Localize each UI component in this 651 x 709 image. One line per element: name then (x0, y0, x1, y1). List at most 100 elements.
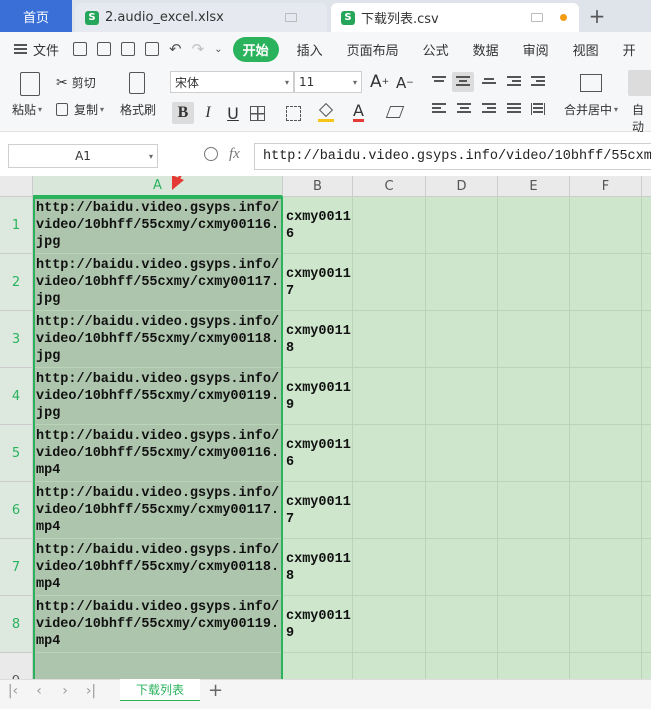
cut-button[interactable]: ✂ 剪切 (56, 74, 96, 91)
cell-empty[interactable] (426, 254, 498, 311)
cell-a[interactable]: http://baidu.video.gsyps.info/video/10bh… (33, 482, 283, 539)
row-header[interactable]: 6 (0, 482, 33, 539)
last-sheet-icon[interactable]: ›| (78, 683, 104, 699)
align-bottom-icon[interactable] (482, 78, 496, 90)
merge-center-button[interactable]: 合并居中 ▾ (564, 101, 618, 118)
row-header[interactable]: 2 (0, 254, 33, 311)
tab-home[interactable]: 首页 (0, 0, 72, 32)
row-header[interactable]: 7 (0, 539, 33, 596)
cell-empty[interactable] (570, 197, 642, 254)
cell-empty[interactable] (570, 311, 642, 368)
cell-empty[interactable] (642, 425, 651, 482)
cell-empty[interactable] (570, 653, 642, 679)
tab-audio-excel[interactable]: S 2.audio_excel.xlsx (75, 3, 327, 32)
cell-empty[interactable] (642, 482, 651, 539)
cell-b[interactable]: cxmy00119 (283, 368, 353, 425)
monitor-icon[interactable] (285, 13, 297, 22)
save-icon[interactable] (73, 42, 88, 56)
cell-empty[interactable] (498, 653, 570, 679)
format-painter-button[interactable]: 格式刷 (120, 101, 156, 118)
cell-a[interactable]: http://baidu.video.gsyps.info/video/10bh… (33, 368, 283, 425)
menu-view[interactable]: 视图 (561, 40, 611, 59)
column-header-partial[interactable] (642, 176, 651, 197)
cell-empty[interactable] (353, 368, 426, 425)
cell-a[interactable]: http://baidu.video.gsyps.info/video/10bh… (33, 539, 283, 596)
file-menu[interactable]: 文件 (14, 40, 59, 59)
cell-empty[interactable] (353, 482, 426, 539)
cell-a[interactable]: http://baidu.video.gsyps.info/video/10bh… (33, 254, 283, 311)
cell-empty[interactable] (498, 596, 570, 653)
prev-sheet-icon[interactable]: ‹ (26, 683, 52, 699)
row-header[interactable]: 4 (0, 368, 33, 425)
column-header-c[interactable]: C (353, 176, 426, 197)
tab-download-list[interactable]: S 下载列表.csv (331, 3, 579, 32)
cell-empty[interactable] (498, 368, 570, 425)
formula-input[interactable]: http://baidu.video.gsyps.info/video/10bh… (254, 143, 651, 170)
cell-empty[interactable] (570, 482, 642, 539)
undo-icon[interactable]: ↶ (169, 40, 182, 58)
align-left-icon[interactable] (432, 103, 446, 115)
bold-button[interactable]: B (172, 102, 194, 124)
print-preview-icon[interactable] (145, 42, 160, 56)
font-grow-button[interactable]: A + (370, 72, 389, 92)
font-shrink-button[interactable]: A − (396, 74, 414, 92)
cell-a[interactable] (33, 653, 283, 679)
distribute-icon[interactable] (531, 103, 545, 115)
cell-empty[interactable] (426, 596, 498, 653)
paste-icon[interactable] (20, 72, 40, 96)
export-icon[interactable] (97, 42, 112, 56)
cell-style-icon[interactable] (286, 106, 301, 121)
cell-empty[interactable] (426, 539, 498, 596)
monitor-icon[interactable] (531, 13, 543, 22)
cell-b[interactable]: cxmy00116 (283, 197, 353, 254)
menu-data[interactable]: 数据 (461, 40, 511, 59)
fill-color-icon[interactable] (318, 102, 334, 122)
select-all-corner[interactable] (0, 176, 33, 197)
next-sheet-icon[interactable]: › (52, 683, 78, 699)
first-sheet-icon[interactable]: |‹ (0, 683, 26, 699)
cell-empty[interactable] (426, 311, 498, 368)
cell-empty[interactable] (426, 197, 498, 254)
cell-b[interactable]: cxmy00119 (283, 596, 353, 653)
cell-empty[interactable] (642, 596, 651, 653)
cell-a[interactable]: http://baidu.video.gsyps.info/video/10bh… (33, 596, 283, 653)
cell-b[interactable]: cxmy00118 (283, 311, 353, 368)
cell-empty[interactable] (498, 539, 570, 596)
cell-empty[interactable] (426, 653, 498, 679)
align-middle-icon[interactable] (452, 72, 474, 92)
cell-a[interactable]: http://baidu.video.gsyps.info/video/10bh… (33, 425, 283, 482)
cell-empty[interactable] (498, 197, 570, 254)
cell-empty[interactable] (642, 368, 651, 425)
row-header[interactable]: 3 (0, 311, 33, 368)
cell-empty[interactable] (570, 596, 642, 653)
cell-empty[interactable] (642, 653, 651, 679)
font-size-select[interactable]: 11 ▾ (294, 71, 362, 93)
cell-b[interactable] (283, 653, 353, 679)
sheet-tab-active[interactable]: 下载列表 (120, 679, 201, 702)
align-center-icon[interactable] (457, 103, 471, 115)
font-color-button[interactable]: A (353, 102, 364, 122)
cell-empty[interactable] (570, 254, 642, 311)
cell-empty[interactable] (353, 539, 426, 596)
cell-empty[interactable] (353, 311, 426, 368)
add-sheet-button[interactable]: + (208, 680, 223, 701)
zoom-icon[interactable] (204, 147, 218, 161)
cell-empty[interactable] (642, 539, 651, 596)
cell-empty[interactable] (353, 254, 426, 311)
menu-formula[interactable]: 公式 (411, 40, 461, 59)
cell-empty[interactable] (642, 254, 651, 311)
auto-wrap-icon[interactable] (628, 70, 651, 96)
column-header-e[interactable]: E (498, 176, 570, 197)
cell-b[interactable]: cxmy00116 (283, 425, 353, 482)
cell-empty[interactable] (498, 311, 570, 368)
column-header-a[interactable]: A (33, 176, 283, 197)
cell-empty[interactable] (353, 425, 426, 482)
align-right-icon[interactable] (482, 103, 496, 115)
cell-b[interactable]: cxmy00117 (283, 482, 353, 539)
cell-a[interactable]: http://baidu.video.gsyps.info/video/10bh… (33, 311, 283, 368)
merge-center-icon[interactable] (580, 74, 602, 92)
cell-empty[interactable] (426, 368, 498, 425)
cell-empty[interactable] (642, 197, 651, 254)
chevron-down-icon[interactable]: ⌄ (214, 44, 222, 55)
auto-wrap-button[interactable]: 自动 (632, 101, 651, 135)
